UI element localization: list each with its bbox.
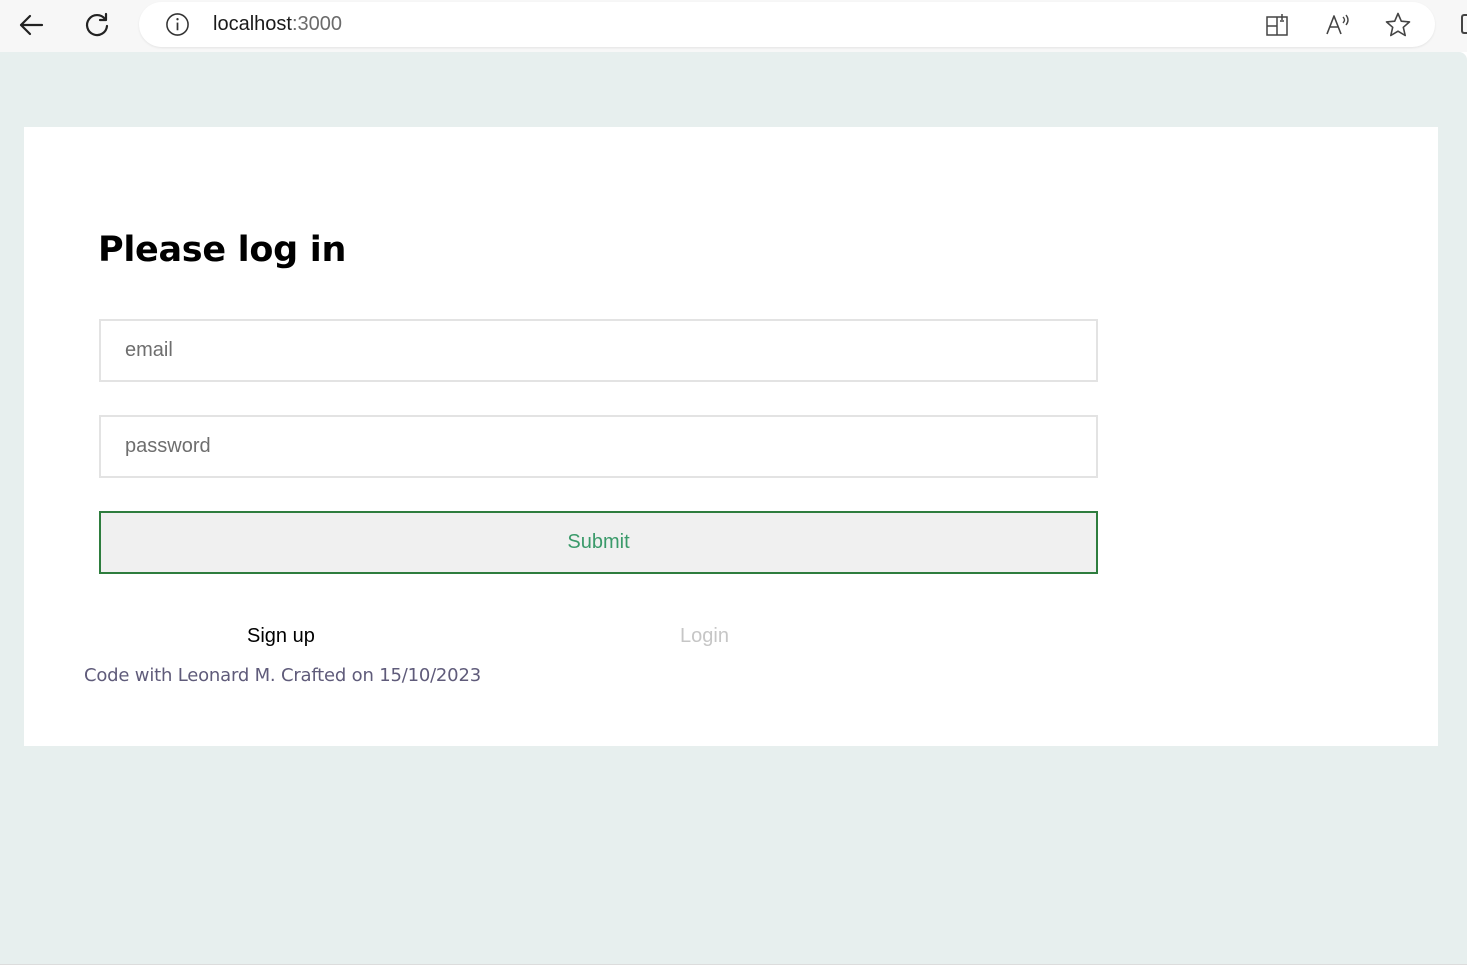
login-link[interactable]: Login xyxy=(680,625,729,648)
info-icon[interactable] xyxy=(165,12,190,37)
read-aloud-icon xyxy=(1326,14,1349,35)
sidebar-toggle-edge[interactable] xyxy=(1461,14,1467,34)
back-button[interactable] xyxy=(14,8,48,42)
browser-toolbar: localhost:3000 xyxy=(0,0,1467,52)
footer-credit: Code with Leonard M. Crafted on 15/10/20… xyxy=(84,665,481,686)
split-screen-icon xyxy=(1266,14,1288,36)
star-icon xyxy=(1385,12,1411,37)
submit-button[interactable]: Submit xyxy=(99,511,1098,574)
split-screen-button[interactable] xyxy=(1263,11,1291,39)
url-text[interactable]: localhost:3000 xyxy=(213,13,342,36)
reload-button[interactable] xyxy=(80,8,114,42)
url-host: localhost xyxy=(213,13,292,35)
email-field[interactable] xyxy=(99,319,1098,382)
url-port: :3000 xyxy=(291,13,342,35)
reload-icon xyxy=(85,12,109,37)
back-arrow-icon xyxy=(19,14,44,36)
favorite-button[interactable] xyxy=(1384,11,1412,39)
password-field[interactable] xyxy=(99,415,1098,478)
read-aloud-button[interactable] xyxy=(1324,11,1352,39)
signup-link[interactable]: Sign up xyxy=(247,625,315,648)
page-title: Please log in xyxy=(98,230,347,270)
